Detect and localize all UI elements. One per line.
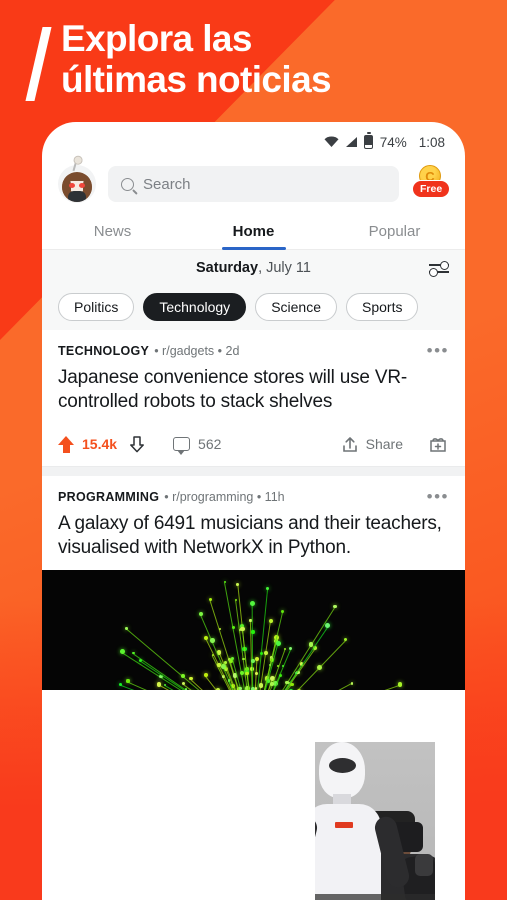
avatar-eye-left bbox=[69, 183, 75, 188]
post-title: Japanese convenience stores will use VR-… bbox=[58, 367, 407, 412]
avatar-body bbox=[68, 191, 86, 202]
upvote-arrow-icon bbox=[58, 435, 74, 453]
date-rest: , July 11 bbox=[258, 260, 311, 276]
avatar-antenna-icon bbox=[72, 159, 78, 172]
promo-text: Explora las últimas noticias bbox=[61, 18, 332, 101]
battery-percent: 74% bbox=[379, 134, 407, 150]
post-meta: • r/gadgets • 2d bbox=[154, 344, 240, 358]
post-header: TECHNOLOGY • r/gadgets • 2d ••• bbox=[42, 340, 465, 360]
downvote-button[interactable] bbox=[129, 436, 145, 453]
downvote-arrow-icon bbox=[129, 436, 145, 453]
tab-home[interactable]: Home bbox=[183, 223, 324, 249]
tab-news[interactable]: News bbox=[42, 223, 183, 249]
clock-time: 1:08 bbox=[418, 134, 445, 150]
chip-politics[interactable]: Politics bbox=[58, 293, 135, 321]
comment-bubble-icon bbox=[173, 437, 191, 456]
share-icon bbox=[342, 436, 358, 453]
date-label: Saturday, July 11 bbox=[196, 260, 311, 276]
post-image-network-graph[interactable] bbox=[42, 569, 465, 690]
date-row: Saturday, July 11 bbox=[42, 250, 465, 286]
comment-count: 562 bbox=[198, 436, 222, 453]
slash-mark-icon bbox=[25, 27, 52, 101]
post-meta: • r/programming • 11h bbox=[164, 489, 285, 504]
chip-science[interactable]: Science bbox=[255, 293, 337, 321]
humanoid-robot bbox=[315, 742, 412, 900]
battery-icon bbox=[363, 132, 373, 149]
chip-technology[interactable]: Technology bbox=[143, 293, 247, 321]
award-button[interactable] bbox=[429, 436, 447, 453]
chip-sports[interactable]: Sports bbox=[346, 293, 419, 321]
tab-popular[interactable]: Popular bbox=[324, 223, 465, 249]
more-options-icon[interactable]: ••• bbox=[427, 488, 449, 505]
post-category: TECHNOLOGY bbox=[58, 344, 150, 358]
search-input[interactable]: Search bbox=[108, 166, 399, 202]
tab-bar: News Home Popular bbox=[42, 214, 465, 250]
promo-headline: Explora las últimas noticias bbox=[0, 18, 507, 101]
comments-button[interactable]: 562 bbox=[173, 436, 222, 456]
coins-button[interactable]: C Free bbox=[411, 164, 451, 204]
avatar-eye-right bbox=[79, 183, 85, 188]
category-chips[interactable]: Politics Technology Science Sports bbox=[42, 286, 465, 330]
post-title: A galaxy of 6491 musicians and their tea… bbox=[58, 512, 442, 558]
date-day: Saturday bbox=[196, 260, 259, 276]
post-category: PROGRAMMING bbox=[58, 489, 160, 504]
award-gift-icon bbox=[429, 436, 447, 453]
post-card[interactable]: PROGRAMMING • r/programming • 11h ••• A … bbox=[42, 475, 465, 690]
avatar-head bbox=[62, 172, 92, 202]
post-action-bar: 15.4k 562 Share bbox=[42, 424, 465, 466]
source-bar[interactable]: digitaltrends.com bbox=[315, 894, 435, 900]
upvote-count: 15.4k bbox=[82, 436, 118, 453]
status-bar: 74% 1:08 bbox=[42, 122, 465, 162]
promo-line-1: Explora las bbox=[61, 18, 252, 59]
post-divider bbox=[42, 465, 465, 476]
avatar[interactable] bbox=[58, 159, 96, 203]
more-options-icon[interactable]: ••• bbox=[427, 342, 449, 359]
wifi-icon bbox=[324, 136, 339, 148]
sliders-icon[interactable] bbox=[429, 261, 449, 276]
promo-line-2: últimas noticias bbox=[61, 59, 332, 101]
free-badge: Free bbox=[412, 180, 451, 198]
top-bar: Search C Free bbox=[42, 159, 465, 214]
search-icon bbox=[121, 177, 134, 191]
phone-screenshot: 74% 1:08 Search C Free News Home Popular… bbox=[42, 122, 465, 900]
post-header: PROGRAMMING • r/programming • 11h ••• bbox=[42, 486, 465, 506]
cell-signal-icon bbox=[345, 136, 358, 148]
share-label: Share bbox=[365, 436, 403, 453]
search-placeholder: Search bbox=[143, 175, 191, 193]
post-card[interactable]: TECHNOLOGY • r/gadgets • 2d ••• Japanese… bbox=[42, 330, 465, 900]
post-image-vr-robot[interactable]: digitaltrends.com bbox=[315, 742, 435, 900]
upvote-button[interactable]: 15.4k bbox=[58, 435, 118, 453]
share-button[interactable]: Share bbox=[342, 436, 403, 453]
